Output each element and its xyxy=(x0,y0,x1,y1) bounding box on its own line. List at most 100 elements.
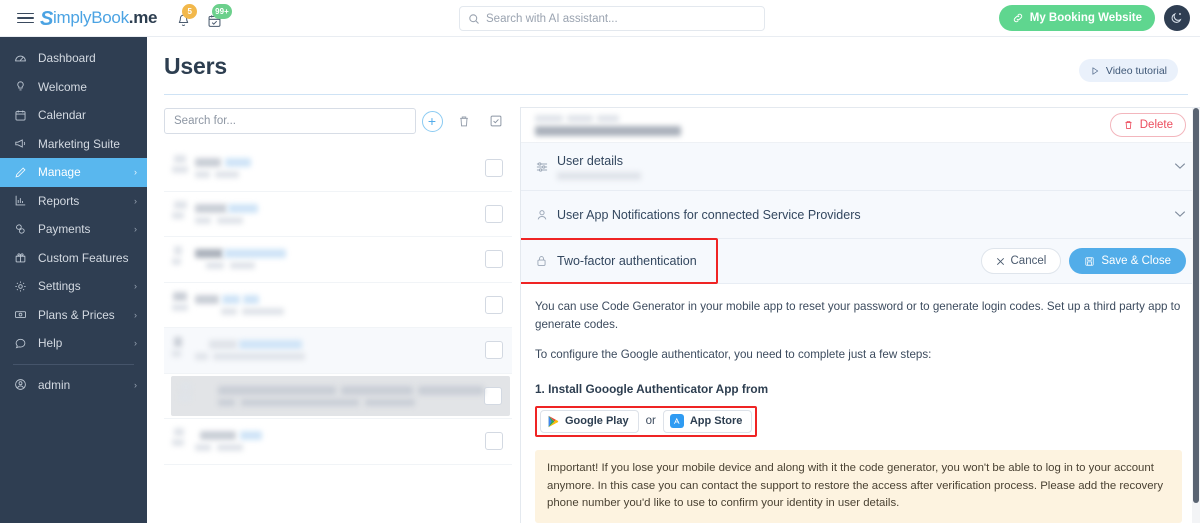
night-mode-toggle[interactable] xyxy=(1164,5,1190,31)
detail-user-name xyxy=(535,114,681,136)
section-label: Two-factor authentication xyxy=(557,254,697,269)
detail-scrollbar-track[interactable] xyxy=(1192,108,1200,523)
google-play-button[interactable]: Google Play xyxy=(540,409,639,433)
play-icon xyxy=(1092,66,1099,75)
list-item-checkbox[interactable] xyxy=(485,432,503,451)
moon-icon xyxy=(1171,12,1182,23)
user-search-input[interactable] xyxy=(164,108,416,134)
page-title: Users xyxy=(164,53,227,79)
list-item[interactable] xyxy=(164,328,512,374)
google-play-label: Google Play xyxy=(565,415,629,428)
tfa-paragraph-1: You can use Code Generator in your mobil… xyxy=(535,300,1181,332)
chevron-right-icon: › xyxy=(134,281,137,292)
sidebar-label: Calendar xyxy=(38,108,86,123)
app-store-icon xyxy=(669,414,684,429)
section-subtitle-redacted xyxy=(557,171,641,180)
important-warning-box: Important! If you lose your mobile devic… xyxy=(535,449,1182,523)
list-item-checkbox[interactable] xyxy=(484,386,502,405)
user-icon xyxy=(535,208,557,222)
list-item-checkbox[interactable] xyxy=(485,250,503,269)
delete-user-button[interactable]: Delete xyxy=(1109,113,1186,138)
pencil-icon xyxy=(13,166,28,179)
list-item[interactable] xyxy=(164,237,512,283)
header-icon-group: 5 99+ xyxy=(173,4,232,29)
section-user-details[interactable]: User details xyxy=(521,143,1200,192)
video-tutorial-label: Video tutorial xyxy=(1105,64,1167,77)
tfa-action-buttons: Cancel Save & Close xyxy=(980,248,1186,275)
user-circle-icon xyxy=(13,378,28,391)
chevron-right-icon: › xyxy=(134,167,137,178)
sidebar-item-help[interactable]: Help › xyxy=(0,329,147,358)
sidebar-item-custom-features[interactable]: Custom Features xyxy=(0,244,147,273)
section-two-factor-authentication[interactable]: Two-factor authentication Cancel Save & xyxy=(521,238,1200,285)
section-label: User App Notifications for connected Ser… xyxy=(557,207,861,222)
delete-users-button[interactable] xyxy=(448,107,480,135)
my-booking-website-button[interactable]: My Booking Website xyxy=(998,5,1155,31)
list-item-checkbox[interactable] xyxy=(485,204,503,223)
sidebar-item-marketing-suite[interactable]: Marketing Suite xyxy=(0,130,147,159)
app-store-button[interactable]: App Store xyxy=(662,409,753,433)
sidebar-label: admin xyxy=(38,377,71,392)
chevron-down-icon[interactable] xyxy=(1174,161,1186,173)
chevron-down-icon[interactable] xyxy=(1174,209,1186,221)
gift-icon xyxy=(13,251,28,264)
list-item[interactable] xyxy=(164,283,512,328)
user-list-rows xyxy=(164,146,512,523)
save-and-close-button[interactable]: Save & Close xyxy=(1069,248,1186,275)
list-item[interactable] xyxy=(164,419,512,465)
sidebar-item-plans-prices[interactable]: Plans & Prices › xyxy=(0,301,147,330)
list-item-text xyxy=(195,431,485,452)
sidebar-item-dashboard[interactable]: Dashboard xyxy=(0,44,147,73)
bell-icon[interactable]: 5 xyxy=(173,4,198,29)
sidebar: Dashboard Welcome Calendar Marketing Sui… xyxy=(0,37,147,523)
list-item[interactable] xyxy=(164,192,512,237)
list-item-checkbox[interactable] xyxy=(485,159,503,178)
sidebar-item-admin[interactable]: admin › xyxy=(0,371,147,400)
sidebar-label: Custom Features xyxy=(38,250,129,265)
section-user-app-notifications[interactable]: User App Notifications for connected Ser… xyxy=(521,191,1200,240)
ai-search-container xyxy=(459,6,765,31)
google-play-icon xyxy=(548,415,559,428)
cancel-label: Cancel xyxy=(1010,255,1047,268)
brand-suffix: .me xyxy=(128,8,158,27)
chat-icon xyxy=(13,337,28,350)
chevron-right-icon: › xyxy=(134,338,137,349)
sidebar-item-calendar[interactable]: Calendar xyxy=(0,101,147,130)
app-root: SimplyBook .me 5 99+ Search with AI assi… xyxy=(0,0,1200,523)
sidebar-label: Payments xyxy=(38,222,91,237)
plus-icon: + xyxy=(421,110,443,132)
sidebar-item-manage[interactable]: Manage › xyxy=(0,158,147,187)
sidebar-label: Manage xyxy=(38,165,81,180)
chevron-right-icon: › xyxy=(134,195,137,206)
detail-scrollbar-thumb[interactable] xyxy=(1193,108,1199,503)
sliders-icon xyxy=(535,160,557,174)
hamburger-icon[interactable] xyxy=(8,12,42,24)
list-item[interactable] xyxy=(164,146,512,192)
chart-icon xyxy=(13,194,28,207)
save-label: Save & Close xyxy=(1101,255,1171,268)
sidebar-item-payments[interactable]: Payments › xyxy=(0,215,147,244)
video-tutorial-button[interactable]: Video tutorial xyxy=(1078,59,1178,82)
ai-search-box[interactable] xyxy=(459,6,765,31)
store-buttons-group: Google Play or App Store xyxy=(535,405,758,437)
coins-icon xyxy=(13,223,28,236)
tfa-step-1-heading: 1. Install Gooogle Authenticator App fro… xyxy=(535,381,769,396)
cancel-button[interactable]: Cancel xyxy=(980,248,1062,275)
list-item[interactable] xyxy=(164,374,512,419)
sidebar-item-reports[interactable]: Reports › xyxy=(0,187,147,216)
checkbox-icon xyxy=(490,115,502,127)
brand-logo[interactable]: SimplyBook .me xyxy=(40,7,157,30)
gear-icon xyxy=(13,280,28,293)
sidebar-label: Welcome xyxy=(38,79,87,94)
sidebar-item-welcome[interactable]: Welcome xyxy=(0,73,147,102)
list-item-text xyxy=(195,294,485,315)
list-item-checkbox[interactable] xyxy=(485,295,503,314)
chevron-right-icon: › xyxy=(134,379,137,390)
list-item-text xyxy=(195,340,485,361)
search-input[interactable] xyxy=(486,12,756,25)
calendar-check-icon[interactable]: 99+ xyxy=(204,4,232,29)
list-item-checkbox[interactable] xyxy=(485,341,503,360)
sidebar-item-settings[interactable]: Settings › xyxy=(0,272,147,301)
select-all-button[interactable] xyxy=(480,107,512,135)
add-user-button[interactable]: + xyxy=(416,107,448,135)
